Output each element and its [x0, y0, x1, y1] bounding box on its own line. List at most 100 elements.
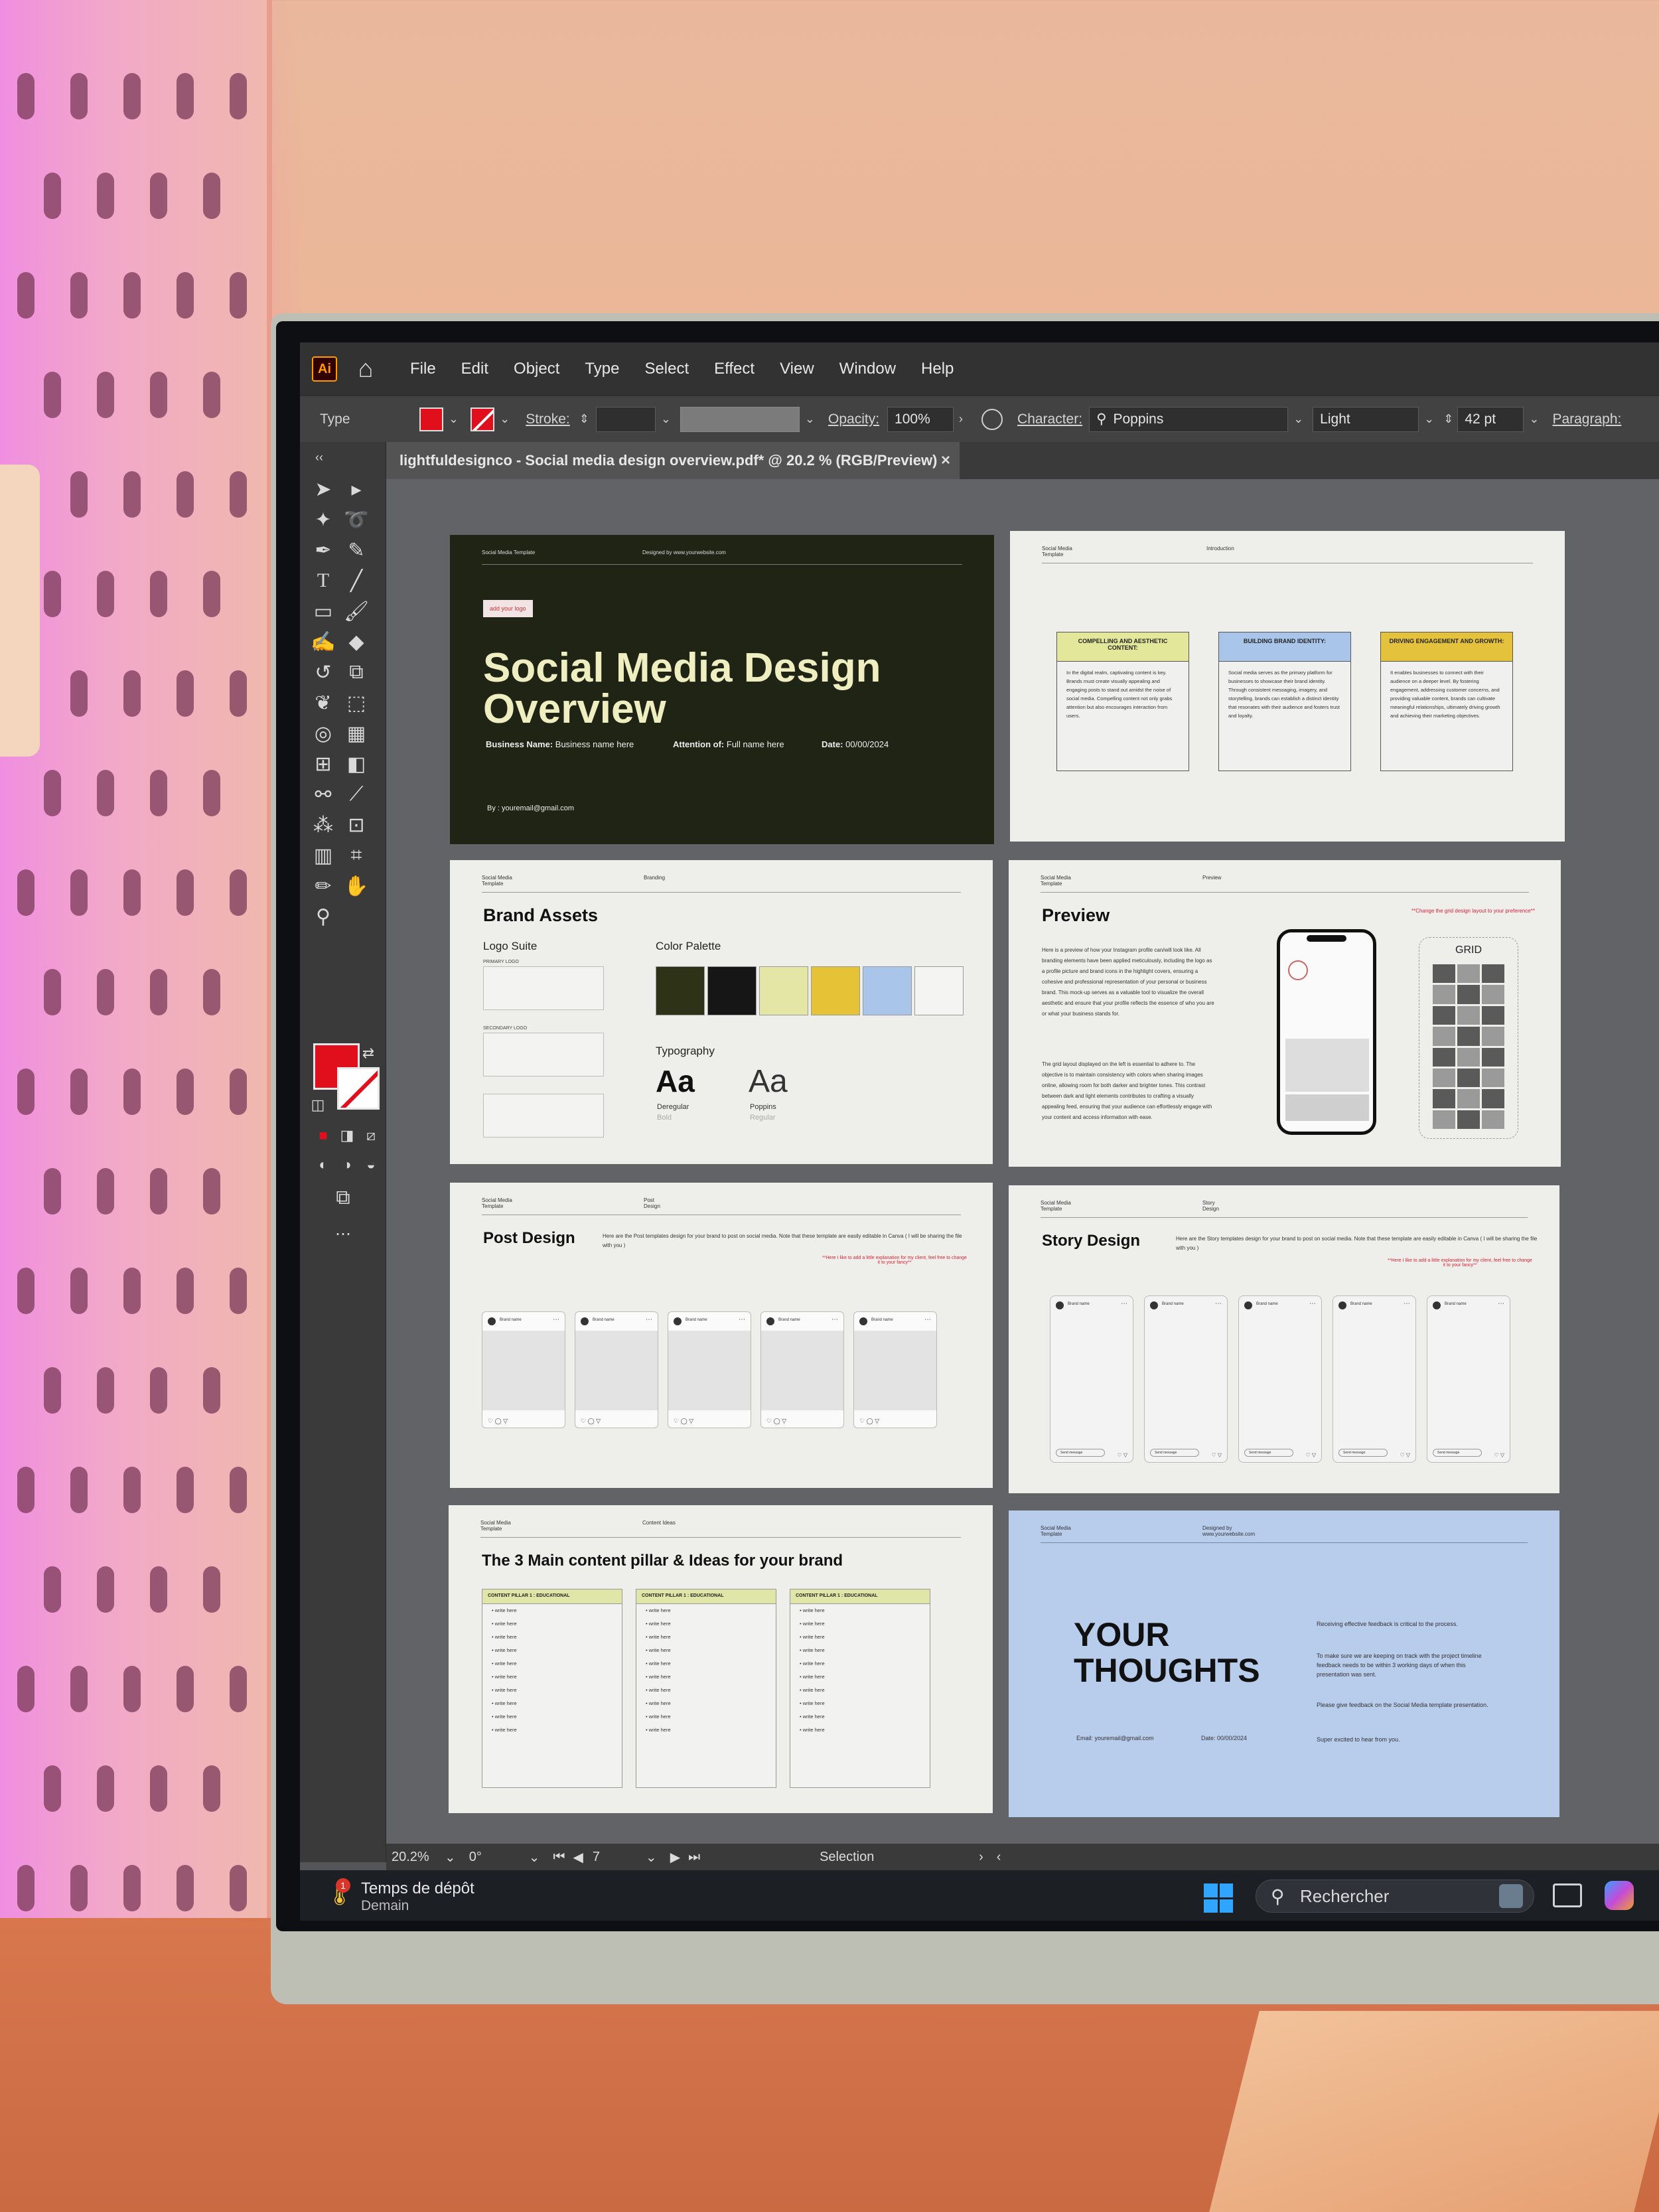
font-family-field[interactable]: ⚲ Poppins: [1089, 406, 1289, 432]
free-transform-icon[interactable]: ⬚: [342, 689, 370, 717]
selection-tool-icon[interactable]: ➤: [309, 475, 337, 503]
copilot-icon[interactable]: [1605, 1881, 1634, 1910]
magic-wand-icon[interactable]: ✦: [309, 506, 337, 534]
stroke-label[interactable]: Stroke:: [526, 411, 570, 427]
type-tool-icon[interactable]: T: [309, 567, 337, 595]
stepper-icon[interactable]: ⇕: [1443, 412, 1453, 426]
warp-tool-icon[interactable]: ❦: [309, 689, 337, 717]
artboard-tool-icon[interactable]: ⌗: [342, 842, 370, 869]
chevron-left-icon[interactable]: ‹: [997, 1850, 1001, 1865]
gradient-tool-icon[interactable]: ◧: [342, 750, 370, 778]
slice-tool-icon[interactable]: ⊡: [342, 811, 370, 839]
character-label[interactable]: Character:: [1017, 411, 1082, 427]
pillar-item: • write here: [646, 1621, 671, 1627]
font-size-field[interactable]: 42 pt: [1457, 406, 1524, 432]
chevron-right-icon[interactable]: ›: [959, 412, 963, 426]
default-colors-icon[interactable]: ◫: [304, 1091, 332, 1119]
rotate-tool-icon[interactable]: ↺: [309, 658, 337, 686]
symbol-sprayer-icon[interactable]: ⁂: [309, 811, 337, 839]
pen-tool-icon[interactable]: ✒: [309, 536, 337, 564]
more-tools-icon[interactable]: ⋯: [329, 1220, 357, 1248]
menu-file[interactable]: File: [410, 360, 436, 378]
stepper-icon[interactable]: ⇕: [579, 412, 589, 426]
menu-view[interactable]: View: [780, 360, 814, 378]
stroke-profile-field[interactable]: [680, 406, 800, 432]
menu-help[interactable]: Help: [921, 360, 954, 378]
chevron-down-icon[interactable]: ⌄: [661, 412, 671, 426]
artboard-thoughts[interactable]: Social Media Template Designed by www.yo…: [1009, 1511, 1559, 1817]
artboard-pillars[interactable]: Social Media Template Content Ideas The …: [449, 1505, 993, 1813]
curvature-tool-icon[interactable]: ✎: [342, 536, 370, 564]
next-artboard-icon[interactable]: ▶: [670, 1849, 680, 1866]
stroke-weight-field[interactable]: [595, 406, 656, 432]
line-tool-icon[interactable]: ╱: [342, 567, 370, 595]
screen-mode-icon[interactable]: ⧉: [329, 1184, 357, 1212]
direct-selection-tool-icon[interactable]: ▸: [342, 475, 370, 503]
zoom-tool-icon[interactable]: ⚲: [309, 903, 337, 930]
previous-artboard-icon[interactable]: ◀: [573, 1849, 583, 1866]
mesh-tool-icon[interactable]: ⊞: [309, 750, 337, 778]
shaper-tool-icon[interactable]: ✍: [309, 628, 337, 656]
stroke-swatch[interactable]: [470, 407, 495, 431]
draw-inside-icon[interactable]: ◒: [357, 1151, 385, 1179]
eyedropper-icon[interactable]: ⟋: [342, 780, 370, 808]
windows-start-icon[interactable]: [1204, 1883, 1233, 1913]
close-icon[interactable]: ×: [941, 451, 950, 470]
fill-swatch[interactable]: [419, 407, 443, 431]
chevron-down-icon[interactable]: ⌄: [449, 412, 459, 426]
pillar-header: CONTENT PILLAR 1 : EDUCATIONAL: [636, 1589, 776, 1604]
first-artboard-icon[interactable]: ⏮: [553, 1850, 565, 1865]
chevron-down-icon[interactable]: ⌄: [1529, 412, 1539, 426]
paintbrush-icon[interactable]: 🖌: [342, 597, 370, 625]
menu-window[interactable]: Window: [839, 360, 896, 378]
menu-select[interactable]: Select: [644, 360, 689, 378]
artboard-intro[interactable]: Social Media Template Introduction COMPE…: [1010, 531, 1565, 842]
weather-widget[interactable]: 🌡 1 Temps de dépôt Demain: [324, 1878, 523, 1915]
hand-tool-icon[interactable]: ✋: [342, 872, 370, 900]
font-style-field[interactable]: Light: [1313, 406, 1419, 432]
chevron-right-icon[interactable]: ›: [979, 1850, 983, 1865]
menu-object[interactable]: Object: [514, 360, 559, 378]
rotation-value[interactable]: 0°: [469, 1850, 529, 1865]
chevron-down-icon[interactable]: ⌄: [1293, 412, 1303, 426]
paragraph-label[interactable]: Paragraph:: [1552, 411, 1621, 427]
artboard-post[interactable]: Social Media Template Post Design Post D…: [450, 1183, 993, 1488]
artboard-story[interactable]: Social Media Template Story Design Story…: [1009, 1185, 1559, 1493]
menu-type[interactable]: Type: [585, 360, 619, 378]
document-tab[interactable]: lightfuldesignco - Social media design o…: [386, 442, 960, 479]
menu-effect[interactable]: Effect: [714, 360, 755, 378]
taskbar-search[interactable]: ⚲ Rechercher: [1256, 1880, 1534, 1913]
zoom-value[interactable]: 20.2%: [392, 1850, 445, 1865]
chevron-down-icon[interactable]: ⌄: [805, 412, 815, 426]
graph-tool-icon[interactable]: ▥: [309, 842, 337, 869]
last-artboard-icon[interactable]: ⏭: [688, 1850, 700, 1865]
canvas[interactable]: Social Media Template Designed by www.yo…: [386, 479, 1659, 1860]
rectangle-tool-icon[interactable]: ▭: [309, 597, 337, 625]
lasso-icon[interactable]: ➰: [342, 506, 370, 534]
scale-tool-icon[interactable]: ⧉: [342, 658, 370, 686]
chevron-down-icon[interactable]: ⌄: [646, 1849, 657, 1866]
opacity-label[interactable]: Opacity:: [828, 411, 879, 427]
chevron-down-icon[interactable]: ⌄: [1424, 412, 1434, 426]
shape-builder-icon[interactable]: ◎: [309, 719, 337, 747]
none-mode-icon[interactable]: ⧄: [357, 1122, 385, 1149]
swap-colors-icon[interactable]: ⇄: [354, 1039, 382, 1067]
artboard-preview[interactable]: Social Media Template Preview Preview He…: [1009, 860, 1561, 1167]
stroke-color-swatch[interactable]: [337, 1067, 380, 1110]
knife-tool-icon[interactable]: ✏: [309, 872, 337, 900]
menu-edit[interactable]: Edit: [461, 360, 488, 378]
artboard-number[interactable]: 7: [593, 1850, 646, 1865]
opacity-field[interactable]: 100%: [887, 406, 954, 432]
collapse-panel-icon[interactable]: ‹‹: [305, 443, 333, 471]
recolor-icon[interactable]: [981, 408, 1003, 430]
chevron-down-icon[interactable]: ⌄: [529, 1849, 540, 1866]
task-view-icon[interactable]: [1553, 1883, 1582, 1907]
perspective-grid-icon[interactable]: ▦: [342, 719, 370, 747]
home-icon[interactable]: ⌂: [350, 354, 381, 384]
artboard-cover[interactable]: Social Media Template Designed by www.yo…: [450, 535, 994, 844]
chevron-down-icon[interactable]: ⌄: [445, 1849, 456, 1866]
chevron-down-icon[interactable]: ⌄: [500, 412, 510, 426]
blend-tool-icon[interactable]: ⚯: [309, 780, 337, 808]
eraser-icon[interactable]: ◆: [342, 628, 370, 656]
artboard-brand[interactable]: Social Media Template Branding Brand Ass…: [450, 860, 993, 1164]
